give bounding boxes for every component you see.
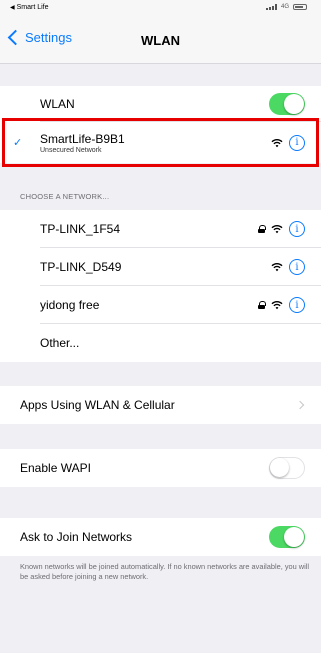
- connected-network-text: SmartLife-B9B1 Unsecured Network: [40, 132, 125, 154]
- network-icons: i: [271, 259, 305, 275]
- ask-join-group: Ask to Join Networks: [0, 518, 321, 556]
- connected-network-name: SmartLife-B9B1: [40, 131, 125, 146]
- toggle-knob: [270, 458, 289, 477]
- network-type: 4G: [280, 4, 289, 10]
- apps-using-label: Apps Using WLAN & Cellular: [20, 398, 175, 412]
- back-app-label: Smart Life: [16, 4, 49, 11]
- toggle-knob: [284, 94, 304, 114]
- wlan-group: WLAN ✓ SmartLife-B9B1 Unsecured Network …: [0, 86, 321, 163]
- nav-bar: Settings WLAN: [0, 16, 321, 64]
- signal-icon: [265, 4, 277, 10]
- wlan-row: WLAN: [0, 86, 321, 122]
- back-triangle-icon: ◀: [10, 5, 15, 11]
- info-icon[interactable]: i: [289, 297, 305, 313]
- connected-network-icons: i: [271, 134, 305, 151]
- page-title: WLAN: [141, 33, 180, 48]
- check-icon: ✓: [13, 137, 23, 149]
- wifi-icon: [271, 301, 283, 310]
- wlan-label: WLAN: [40, 97, 75, 111]
- toggle-knob: [284, 527, 304, 547]
- wifi-icon: [271, 263, 283, 272]
- status-bar: ◀ Smart Life 4G: [0, 0, 321, 16]
- wifi-icon: [271, 138, 283, 147]
- wapi-group: Enable WAPI: [0, 449, 321, 487]
- ask-join-footer: Known networks will be joined automatica…: [20, 562, 310, 581]
- ask-join-row: Ask to Join Networks: [0, 518, 321, 556]
- wlan-toggle[interactable]: [269, 93, 305, 115]
- ask-join-label: Ask to Join Networks: [20, 530, 133, 544]
- network-name: TP-LINK_D549: [40, 260, 122, 274]
- connected-network-subtitle: Unsecured Network: [40, 146, 102, 154]
- network-row[interactable]: TP-LINK_1F54 i: [0, 210, 321, 248]
- network-row[interactable]: TP-LINK_D549 i: [0, 248, 321, 286]
- chevron-right-icon: [295, 400, 305, 410]
- apps-using-group: Apps Using WLAN & Cellular: [0, 386, 321, 424]
- back-to-app-link[interactable]: ◀ Smart Life: [10, 4, 49, 11]
- apps-using-row[interactable]: Apps Using WLAN & Cellular: [0, 386, 321, 424]
- connected-network-row[interactable]: ✓ SmartLife-B9B1 Unsecured Network i: [0, 122, 321, 163]
- choose-network-header: CHOOSE A NETWORK...: [20, 192, 110, 201]
- enable-wapi-row: Enable WAPI: [0, 449, 321, 487]
- status-indicators: 4G: [265, 4, 307, 10]
- info-icon[interactable]: i: [289, 221, 305, 237]
- enable-wapi-toggle[interactable]: [269, 457, 305, 479]
- wifi-icon: [271, 225, 283, 234]
- network-name: yidong free: [40, 298, 100, 312]
- enable-wapi-label: Enable WAPI: [20, 461, 91, 475]
- network-row[interactable]: yidong free i: [0, 286, 321, 324]
- ask-join-toggle[interactable]: [269, 526, 305, 548]
- battery-icon: [293, 4, 307, 10]
- other-network-label: Other...: [40, 336, 80, 350]
- info-icon[interactable]: i: [289, 134, 305, 151]
- network-icons: i: [258, 297, 305, 313]
- other-network-row[interactable]: Other...: [0, 324, 321, 362]
- network-icons: i: [258, 221, 305, 237]
- lock-icon: [258, 301, 266, 309]
- info-icon[interactable]: i: [289, 259, 305, 275]
- network-list: TP-LINK_1F54 i TP-LINK_D549 i yidong fre…: [0, 210, 321, 362]
- network-name: TP-LINK_1F54: [40, 222, 121, 236]
- lock-icon: [258, 225, 266, 233]
